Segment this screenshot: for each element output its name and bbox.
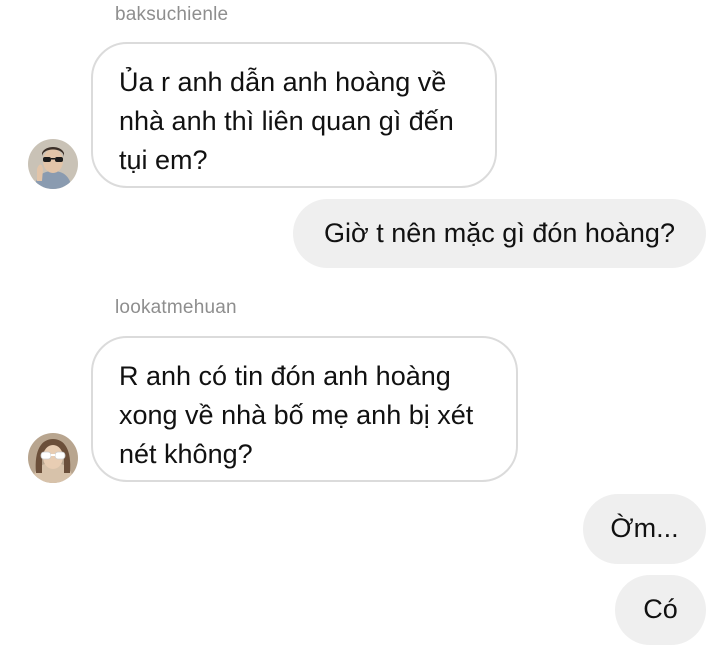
outgoing-message-bubble[interactable]: Có bbox=[615, 575, 706, 645]
outgoing-message-bubble[interactable]: Giờ t nên mặc gì đón hoàng? bbox=[293, 199, 706, 268]
incoming-message-bubble[interactable]: Ủa r anh dẫn anh hoàng về nhà anh thì li… bbox=[91, 42, 497, 188]
sender-username[interactable]: baksuchienle bbox=[115, 4, 228, 26]
user-avatar-sunglasses-icon[interactable] bbox=[28, 139, 78, 189]
outgoing-message-bubble[interactable]: Ờm... bbox=[583, 494, 706, 564]
sender-username[interactable]: lookatmehuan bbox=[115, 297, 237, 319]
user-avatar-white-glasses-icon[interactable] bbox=[28, 433, 78, 483]
incoming-message-bubble[interactable]: R anh có tin đón anh hoàng xong về nhà b… bbox=[91, 336, 518, 482]
